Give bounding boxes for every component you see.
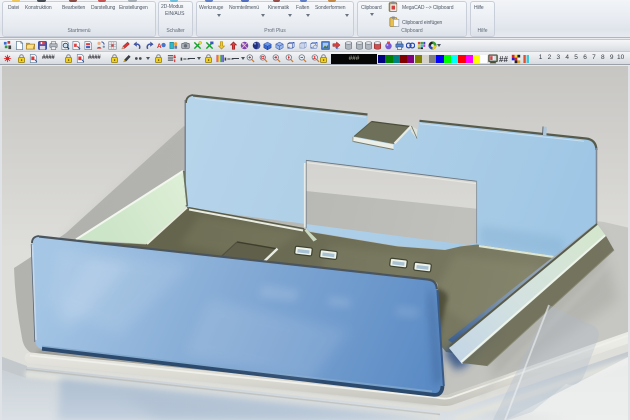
svg-text:##: ## bbox=[499, 55, 508, 64]
svg-text:A: A bbox=[157, 43, 162, 50]
